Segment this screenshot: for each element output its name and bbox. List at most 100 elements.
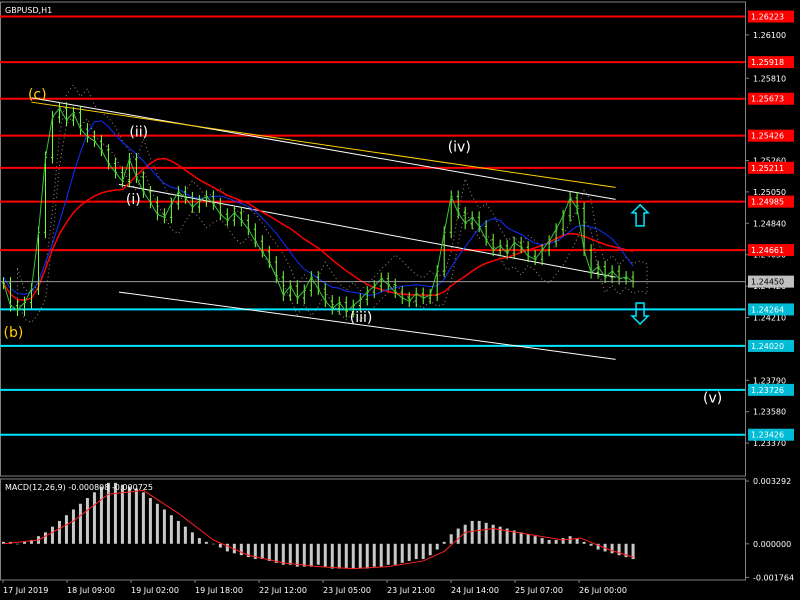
current-price-tag-label: 1.24450: [751, 278, 784, 287]
macd-histogram-bar: [526, 534, 530, 544]
macd-histogram-bar: [309, 543, 313, 567]
support-level-tag-label: 1.24264: [751, 305, 784, 314]
macd-histogram-bar: [211, 543, 215, 545]
support-level-tag-label: 1.23426: [751, 431, 784, 440]
resistance-level-tag-label: 1.25426: [751, 132, 784, 141]
macd-histogram-bar: [379, 543, 383, 567]
macd-histogram-bar: [302, 543, 306, 567]
macd-histogram-bar: [491, 524, 495, 544]
macd-histogram-bar: [281, 543, 285, 565]
macd-histogram-bar: [456, 528, 460, 544]
yellow-trend-line: [31, 101, 616, 188]
time-tick-label: 19 Jul 18:00: [195, 586, 243, 595]
wave-label: (c): [28, 87, 47, 103]
macd-histogram-bar: [358, 543, 362, 569]
macd-histogram-bar: [22, 541, 26, 544]
wave-label: (ii): [129, 125, 148, 141]
macd-histogram-bar: [372, 543, 376, 567]
wave-label: (i): [126, 192, 141, 208]
macd-histogram-bar: [169, 515, 173, 544]
macd-histogram-bar: [183, 526, 187, 544]
macd-histogram-bar: [330, 543, 334, 569]
macd-histogram-bar: [421, 543, 425, 560]
macd-histogram-bar: [99, 486, 103, 544]
macd-histogram-bar: [477, 520, 481, 544]
resistance-level-tag-label: 1.24661: [751, 246, 784, 255]
macd-label: MACD(12,26,9) -0.000808 -0.000725: [5, 483, 153, 492]
macd-histogram-bar: [288, 543, 292, 565]
macd-tick-label: -0.001764: [753, 573, 794, 582]
support-level-tag-label: 1.23726: [751, 386, 784, 395]
macd-histogram-bar: [554, 539, 558, 544]
macd-histogram-bar: [610, 543, 614, 554]
support-level-tag-label: 1.24020: [751, 342, 784, 351]
macd-histogram-bar: [141, 492, 145, 544]
macd-tick-label: 0.000000: [753, 540, 791, 549]
macd-histogram-bar: [337, 543, 341, 569]
chart-canvas: (c) (ii) (i) (iv) (iii) (b) (v) 1.26100 1.25810 1…: [0, 1, 794, 595]
macd-histogram-bar: [85, 498, 89, 544]
macd-histogram-bar: [274, 543, 278, 563]
macd-histogram-bar: [519, 532, 523, 544]
macd-histogram-bar: [127, 486, 131, 544]
price-panel: (c) (ii) (i) (iv) (iii) (b) (v) 1.26100 1.25810 1…: [0, 1, 794, 477]
macd-histogram-bar: [218, 543, 222, 548]
time-tick-label: 24 Jul 14:00: [451, 586, 499, 595]
macd-histogram-bar: [400, 543, 404, 563]
wave-label: (iii): [350, 310, 373, 326]
time-tick-label: 17 Jul 2019: [3, 586, 48, 595]
time-tick-label: 22 Jul 12:00: [259, 586, 307, 595]
macd-histogram-bar: [393, 543, 397, 565]
macd-histogram-bar: [197, 538, 201, 544]
macd-histogram-bar: [582, 541, 586, 544]
macd-histogram-bar: [155, 503, 159, 544]
macd-histogram-bar: [344, 543, 348, 569]
moving-average-blue: [3, 120, 634, 296]
macd-histogram-bar: [176, 520, 180, 544]
macd-histogram-bar: [428, 543, 432, 556]
macd-histogram-bar: [484, 522, 488, 544]
arrow-down-icon: [630, 302, 650, 326]
wave-label: (b): [3, 325, 23, 341]
time-tick-label: 23 Jul 21:00: [387, 586, 435, 595]
macd-histogram-bar: [43, 532, 47, 544]
macd-histogram-bar: [204, 541, 208, 544]
macd-histogram-bar: [547, 539, 551, 544]
macd-histogram-bar: [407, 543, 411, 561]
macd-histogram-bar: [533, 536, 537, 544]
macd-histogram-bar: [92, 492, 96, 544]
resistance-level-tag-label: 1.24985: [751, 198, 784, 207]
macd-histogram-bar: [148, 498, 152, 544]
macd-histogram-bar: [78, 503, 82, 544]
price-frame: [0, 1, 746, 477]
macd-histogram-bar: [365, 543, 369, 569]
arrow-up-icon: [630, 203, 650, 227]
time-tick-label: 23 Jul 05:00: [323, 586, 371, 595]
macd-panel: 0.003292 0.000000 -0.001764 17 Jul 2019 18 J…: [0, 477, 794, 595]
macd-histogram-bar: [239, 543, 243, 556]
macd-histogram-bar: [64, 515, 68, 544]
macd-histogram-bar: [260, 543, 264, 560]
macd-histogram-bar: [162, 509, 166, 544]
macd-histogram-bar: [71, 509, 75, 544]
macd-histogram-bar: [442, 541, 446, 544]
macd-histogram-bar: [190, 532, 194, 544]
resistance-level-tag-label: 1.26223: [751, 13, 784, 22]
macd-histogram-bar: [568, 536, 572, 544]
time-tick-label: 18 Jul 09:00: [67, 586, 115, 595]
time-tick-label: 25 Jul 07:00: [515, 586, 563, 595]
price-tick-label: 1.23580: [753, 408, 786, 417]
macd-histogram-bar: [463, 524, 467, 544]
macd-histogram-bar: [449, 534, 453, 544]
macd-histogram-bar: [120, 484, 124, 544]
macd-tick-label: 0.003292: [753, 477, 791, 486]
macd-histogram-bar: [351, 543, 355, 569]
macd-histogram-bar: [470, 520, 474, 544]
macd-histogram-bar: [267, 543, 271, 561]
macd-histogram-bar: [134, 488, 138, 544]
macd-histogram-bar: [57, 520, 61, 544]
channel-middle-line: [118, 183, 616, 278]
macd-histogram-bar: [50, 526, 54, 544]
macd-histogram-bar: [561, 538, 565, 544]
symbol-label: GBPUSD,H1: [5, 6, 52, 15]
